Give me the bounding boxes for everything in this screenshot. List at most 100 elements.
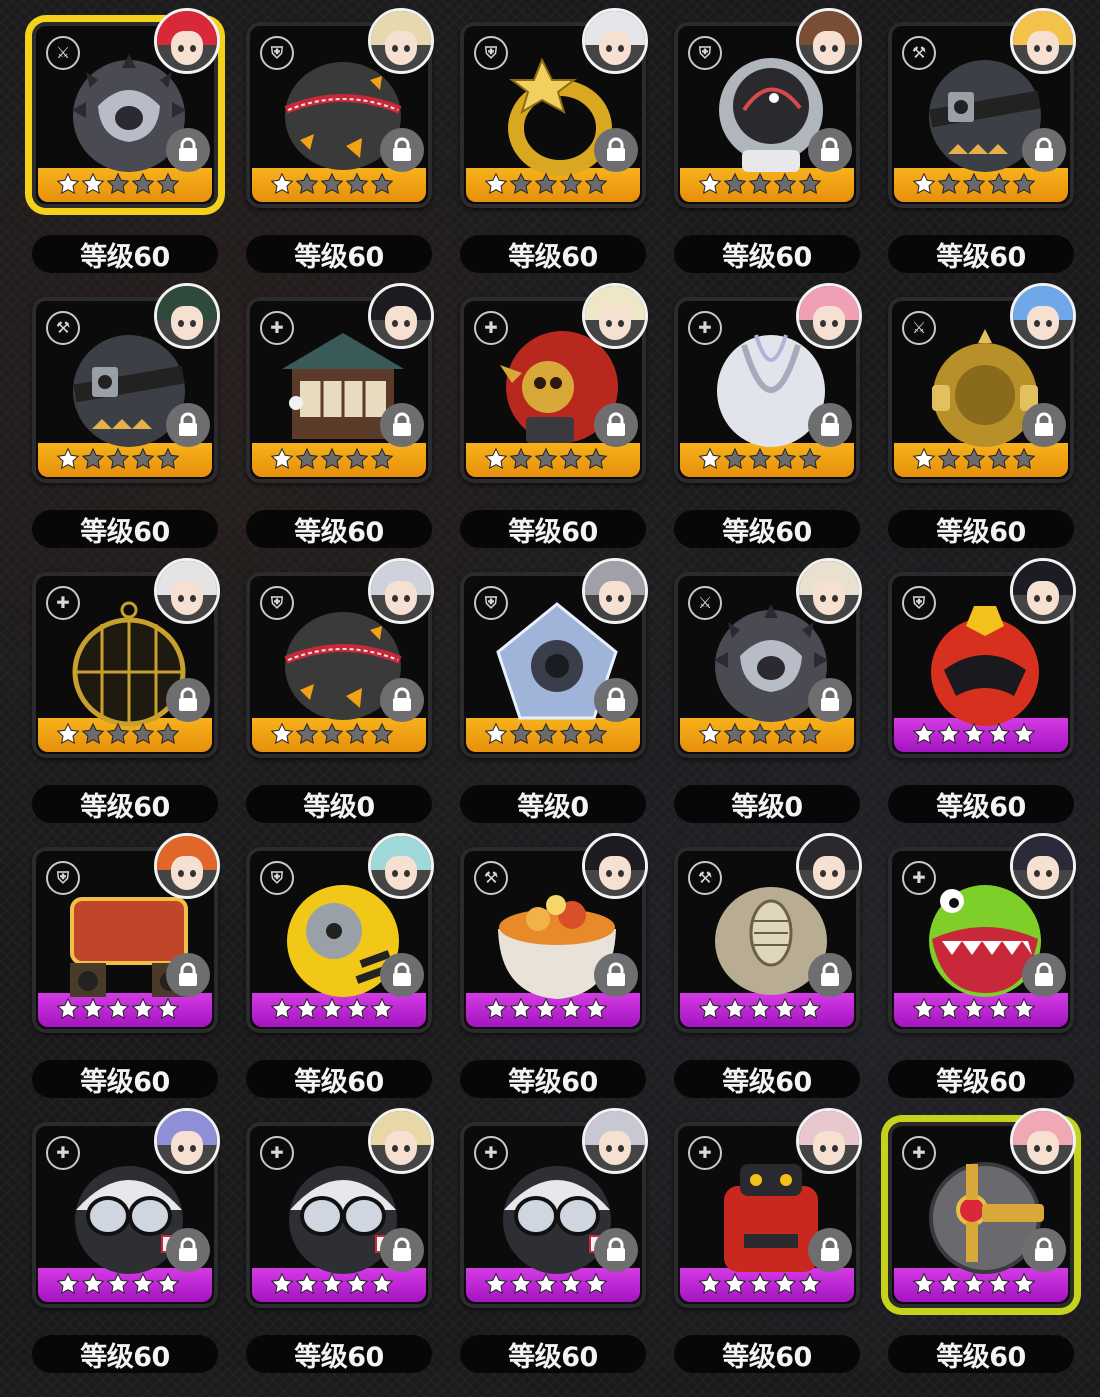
disk-item-card[interactable]: ⛨ 等级60 [674, 8, 888, 297]
star-filled-icon [320, 1272, 344, 1296]
disk-item-card[interactable]: ✚ 等级60 [674, 283, 888, 572]
lock-icon[interactable] [1022, 403, 1066, 447]
lock-icon[interactable] [380, 678, 424, 722]
star-filled-icon [698, 722, 722, 746]
disk-item-card[interactable]: ⛨ 等级60 [246, 833, 460, 1122]
star-rating [484, 172, 608, 198]
star-filled-icon [81, 1272, 105, 1296]
lock-icon[interactable] [594, 953, 638, 997]
disk-item-card[interactable]: ✚ 等级60 [888, 1108, 1100, 1397]
lock-icon[interactable] [166, 1228, 210, 1272]
lock-icon[interactable] [380, 1228, 424, 1272]
lock-icon[interactable] [808, 678, 852, 722]
disk-item-card[interactable]: ⚔ 等级60 [888, 283, 1100, 572]
lock-icon[interactable] [594, 1228, 638, 1272]
star-empty-icon [295, 172, 319, 196]
disk-item-card[interactable]: ⛨ 等级60 [32, 833, 246, 1122]
disk-item-card[interactable]: ✚ 等级60 [32, 558, 246, 847]
lock-icon[interactable] [1022, 953, 1066, 997]
star-empty-icon [748, 722, 772, 746]
star-rating [698, 997, 822, 1023]
lock-icon[interactable] [594, 678, 638, 722]
lock-icon[interactable] [1022, 1228, 1066, 1272]
star-filled-icon [912, 447, 936, 471]
star-empty-icon [798, 172, 822, 196]
disk-item-card[interactable]: ⚒ 等级60 [32, 283, 246, 572]
disk-item-card[interactable]: ⛨ 等级0 [460, 558, 674, 847]
lock-icon[interactable] [808, 128, 852, 172]
disk-item-card[interactable]: ✚ 等级60 [460, 283, 674, 572]
star-filled-icon [370, 1272, 394, 1296]
level-label: 等级60 [32, 235, 218, 273]
lock-icon[interactable] [808, 403, 852, 447]
lock-icon[interactable] [380, 953, 424, 997]
star-filled-icon [912, 997, 936, 1021]
star-rating [698, 172, 822, 198]
lock-icon[interactable] [166, 403, 210, 447]
disk-item-card[interactable]: ⚒ 等级60 [888, 8, 1100, 297]
star-empty-icon [131, 172, 155, 196]
lock-icon[interactable] [166, 678, 210, 722]
star-empty-icon [370, 722, 394, 746]
disk-item-card[interactable]: ⚔ 等级0 [674, 558, 888, 847]
agent-avatar [1010, 8, 1076, 74]
lock-icon[interactable] [594, 128, 638, 172]
level-label: 等级60 [460, 1060, 646, 1098]
star-rating [698, 722, 822, 748]
star-filled-icon [698, 447, 722, 471]
disk-item-card[interactable]: ⛨ 等级60 [888, 558, 1100, 847]
star-empty-icon [584, 172, 608, 196]
support-icon: ✚ [474, 311, 508, 345]
star-filled-icon [912, 172, 936, 196]
lock-icon[interactable] [808, 953, 852, 997]
disk-item-card[interactable]: ⚒ 等级60 [460, 833, 674, 1122]
lock-icon[interactable] [380, 128, 424, 172]
lock-icon[interactable] [1022, 128, 1066, 172]
disk-item-card[interactable]: ✚ 等级60 [674, 1108, 888, 1397]
disk-item-card[interactable]: ⛨ 等级60 [246, 8, 460, 297]
hammer-icon: ⚒ [474, 861, 508, 895]
agent-avatar [368, 1108, 434, 1174]
star-empty-icon [723, 172, 747, 196]
star-empty-icon [534, 722, 558, 746]
disk-item-card[interactable]: ✚ 等级60 [246, 283, 460, 572]
star-rating [912, 722, 1036, 748]
shield-icon: ⛨ [260, 586, 294, 620]
level-label: 等级0 [460, 785, 646, 823]
star-empty-icon [723, 447, 747, 471]
disk-item-card[interactable]: ✚ 等级60 [32, 1108, 246, 1397]
disk-item-card[interactable]: ✚ 等级60 [888, 833, 1100, 1122]
shield-icon: ⛨ [688, 36, 722, 70]
disk-item-card[interactable]: ⛨ 等级0 [246, 558, 460, 847]
level-label: 等级60 [674, 235, 860, 273]
star-empty-icon [156, 172, 180, 196]
star-empty-icon [345, 722, 369, 746]
star-rating [912, 447, 1036, 473]
disk-item-card[interactable]: ⚒ 等级60 [674, 833, 888, 1122]
shield-icon: ⛨ [902, 586, 936, 620]
lock-icon[interactable] [380, 403, 424, 447]
star-filled-icon [106, 997, 130, 1021]
disk-item-card[interactable]: ✚ 等级60 [460, 1108, 674, 1397]
lock-icon[interactable] [808, 1228, 852, 1272]
lock-icon[interactable] [594, 403, 638, 447]
lock-icon[interactable] [166, 128, 210, 172]
star-empty-icon [748, 172, 772, 196]
star-filled-icon [937, 997, 961, 1021]
star-empty-icon [345, 447, 369, 471]
disk-item-card[interactable]: ⚔ 等级60 [32, 8, 246, 297]
star-empty-icon [295, 722, 319, 746]
star-filled-icon [798, 997, 822, 1021]
star-rating [56, 722, 180, 748]
level-label: 等级60 [246, 510, 432, 548]
disk-item-card[interactable]: ⛨ 等级60 [460, 8, 674, 297]
star-filled-icon [937, 722, 961, 746]
disk-item-card[interactable]: ✚ 等级60 [246, 1108, 460, 1397]
star-empty-icon [320, 722, 344, 746]
support-icon: ✚ [260, 311, 294, 345]
star-empty-icon [962, 172, 986, 196]
star-filled-icon [1012, 1272, 1036, 1296]
lock-icon[interactable] [166, 953, 210, 997]
star-rating [912, 1272, 1036, 1298]
agent-avatar [1010, 1108, 1076, 1174]
